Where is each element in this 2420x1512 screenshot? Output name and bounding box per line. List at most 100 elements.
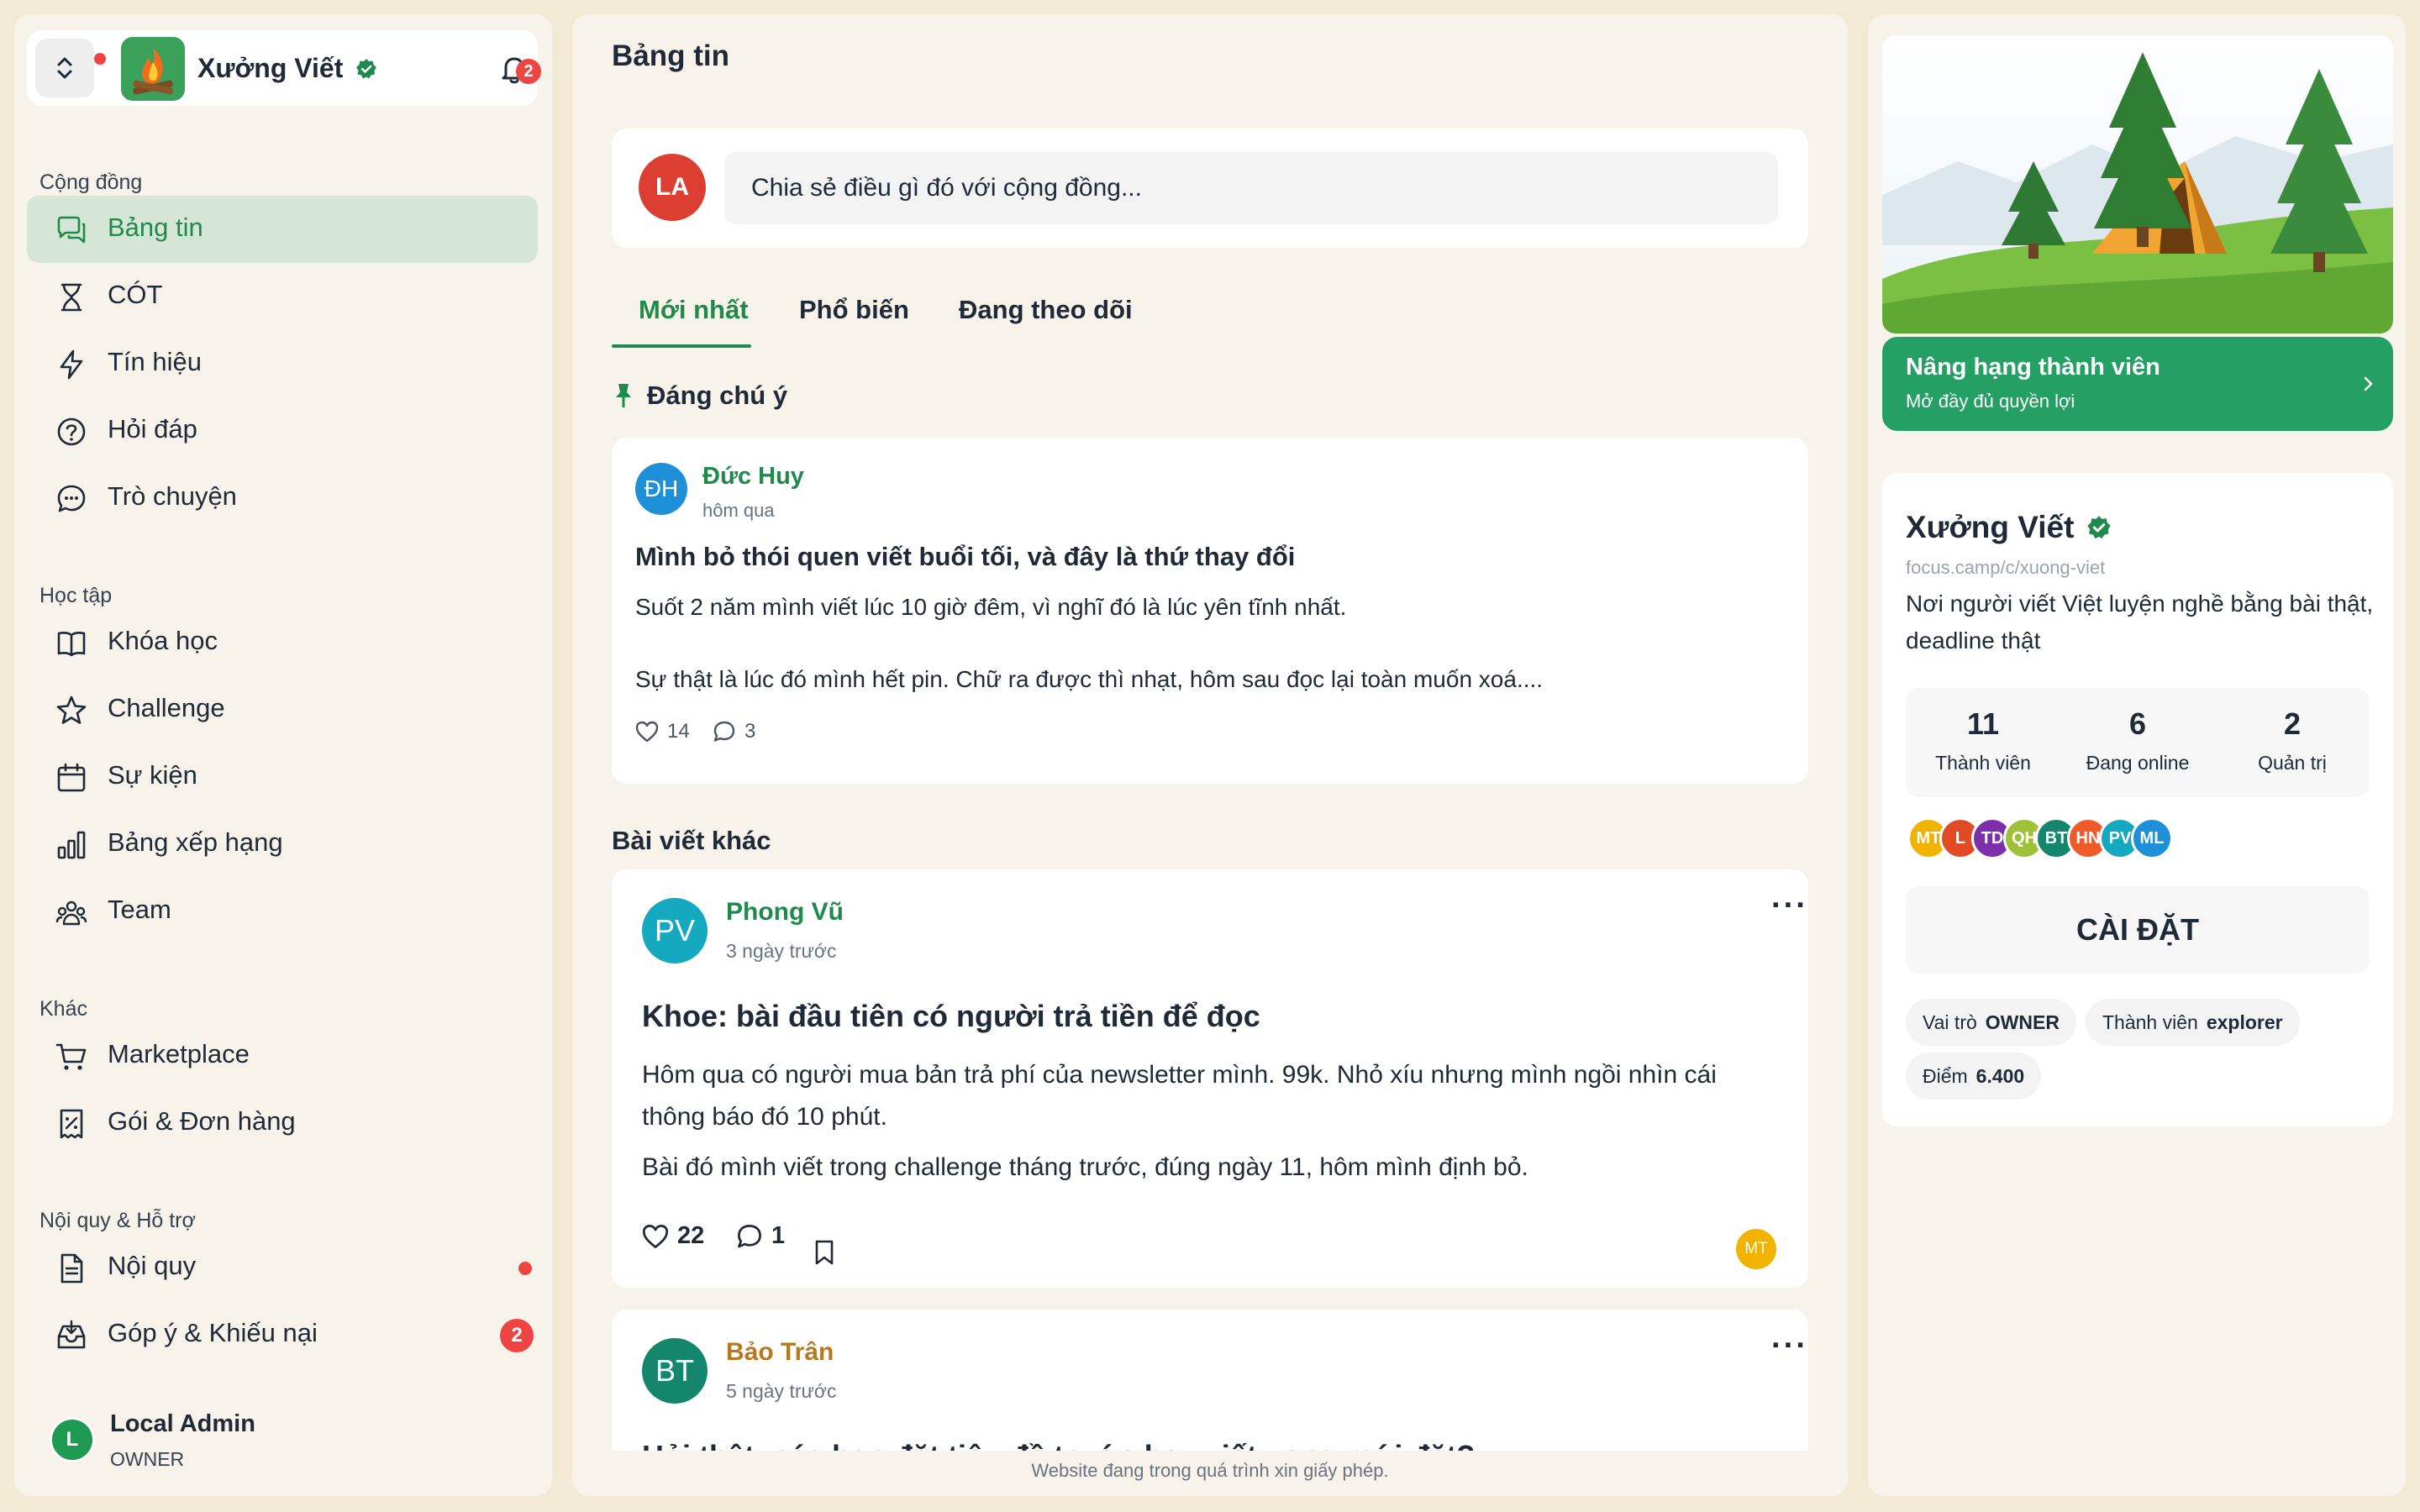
- verified-badge-icon: [2087, 516, 2112, 539]
- active-tab-indicator: [612, 344, 751, 348]
- sidebar-item-feed[interactable]: Bảng tin: [27, 196, 538, 263]
- sidebar-item-courses[interactable]: Khóa học: [27, 609, 538, 676]
- sidebar-item-label: Góp ý & Khiếu nại: [108, 1318, 318, 1347]
- avatar[interactable]: BT: [642, 1338, 708, 1404]
- post-title[interactable]: Mình bỏ thói quen viết buổi tối, và đây …: [635, 542, 1295, 572]
- comment-icon: [738, 1224, 761, 1247]
- role-chip: Vai trò OWNER: [1906, 999, 2076, 1046]
- post-excerpt-line: Suốt 2 năm mình viết lúc 10 giờ đêm, vì …: [635, 594, 1347, 620]
- stat-admins-value: 2: [2283, 706, 2302, 741]
- post-author[interactable]: Bảo Trân: [726, 1338, 834, 1367]
- sidebar-item-label: Tín hiệu: [108, 347, 203, 376]
- tab-following[interactable]: Đang theo dõi: [959, 295, 1133, 325]
- sidebar-item-marketplace[interactable]: Marketplace: [27, 1022, 538, 1089]
- lightning-icon: [60, 349, 83, 380]
- team-icon: [55, 900, 87, 926]
- bookmark-icon[interactable]: [813, 1239, 835, 1266]
- community-cover-image: [1882, 35, 2393, 333]
- sidebar-item-orders[interactable]: Gói & Đơn hàng: [27, 1089, 538, 1157]
- membership-chip: Thành viên explorer: [2086, 999, 2300, 1046]
- community-url[interactable]: focus.camp/c/xuong-viet: [1906, 557, 2105, 579]
- sidebar-item-label: Khóa học: [108, 626, 218, 655]
- tab-popular[interactable]: Phổ biến: [799, 295, 909, 325]
- cart-icon: [55, 1043, 87, 1070]
- post-excerpt-line: Sự thật là lúc đó mình hết pin. Chữ ra đ…: [635, 666, 1544, 692]
- sidebar-item-team[interactable]: Team: [27, 878, 538, 945]
- avatar[interactable]: ĐH: [635, 463, 687, 515]
- document-icon: [60, 1253, 83, 1284]
- pinned-post-card[interactable]: ĐH Đức Huy hôm qua Mình bỏ thói quen viế…: [612, 438, 1808, 784]
- heart-icon: [635, 721, 659, 743]
- sidebar-item-leaderboard[interactable]: Bảng xếp hạng: [27, 811, 538, 878]
- community-stats: 11 Thành viên 6 Đang online 2 Quản trị: [1906, 688, 2370, 797]
- workspace-header: Xưởng Viết 2: [27, 30, 541, 106]
- workspace-switcher-button[interactable]: [35, 39, 94, 97]
- user-avatar[interactable]: L: [50, 1417, 95, 1462]
- chat-bubbles-icon: [57, 216, 86, 244]
- stat-online-value: 6: [2128, 706, 2147, 741]
- user-name[interactable]: Local Admin: [110, 1410, 255, 1438]
- heart-icon: [642, 1224, 669, 1248]
- settings-button[interactable]: CÀI ĐẶT: [1906, 886, 2370, 974]
- post-card[interactable]: PV Phong Vũ 3 ngày trước ··· Khoe: bài đ…: [612, 869, 1808, 1288]
- sidebar-item-label: Sự kiện: [108, 760, 197, 790]
- member-avatar[interactable]: ML: [2131, 817, 2173, 859]
- community-info-card: Xưởng Viết focus.camp/c/xuong-viet Nơi n…: [1882, 473, 2393, 1126]
- count-badge: 2: [500, 1319, 534, 1352]
- avatar[interactable]: LA: [639, 154, 706, 221]
- sidebar-item-feedback[interactable]: Góp ý & Khiếu nại 2: [27, 1301, 538, 1368]
- footer-note: Website đang trong quá trình xin giấy ph…: [1031, 1460, 1389, 1481]
- more-options-button[interactable]: ···: [1771, 888, 1808, 924]
- post-author[interactable]: Đức Huy: [702, 463, 804, 491]
- stat-admins-label: Quản trị: [2258, 752, 2327, 774]
- more-options-button[interactable]: ···: [1771, 1328, 1808, 1364]
- sidebar-item-cot[interactable]: CÓT: [27, 263, 538, 330]
- upgrade-title: Nâng hạng thành viên: [1906, 354, 2160, 381]
- comment-icon: [713, 721, 735, 742]
- camping-landscape-illustration: [1882, 35, 2393, 333]
- chevron-up-down-icon: [57, 57, 72, 79]
- sidebar-item-label: Marketplace: [108, 1039, 250, 1068]
- reactor-avatar[interactable]: MT: [1736, 1229, 1776, 1269]
- user-role: OWNER: [110, 1448, 185, 1470]
- section-title-learning: Học tập: [39, 584, 113, 607]
- sidebar-item-rules[interactable]: Nội quy: [27, 1234, 538, 1301]
- sidebar-item-signals[interactable]: Tín hiệu: [27, 330, 538, 397]
- stat-online-label: Đang online: [2086, 752, 2190, 774]
- sidebar: Xưởng Viết 2 Cộng đồng Bảng tin CÓT Tín …: [14, 14, 552, 1496]
- sidebar-item-events[interactable]: Sự kiện: [27, 743, 538, 811]
- like-button[interactable]: 22: [642, 1222, 704, 1250]
- sidebar-item-qa[interactable]: Hỏi đáp: [27, 397, 538, 465]
- section-title-rules-support: Nội quy & Hỗ trợ: [39, 1209, 196, 1232]
- like-button[interactable]: 14: [635, 720, 690, 743]
- campfire-icon: [121, 37, 185, 101]
- notification-badge: 2: [516, 59, 541, 84]
- stat-members-label: Thành viên: [1935, 752, 2031, 774]
- post-title[interactable]: Khoe: bài đầu tiên có người trả tiền để …: [642, 999, 1260, 1034]
- receipt-icon: [60, 1109, 83, 1139]
- section-title-other: Khác: [39, 997, 87, 1021]
- community-description: Nơi người viết Việt luyện nghề bằng bài …: [1906, 591, 2374, 654]
- post-paragraph: Hôm qua có người mua bản trả phí của new…: [642, 1061, 1717, 1131]
- sidebar-item-label: Nội quy: [108, 1251, 197, 1280]
- workspace-logo[interactable]: [121, 37, 185, 101]
- question-icon: [57, 417, 86, 446]
- main-feed: Bảng tin LA Chia sẻ điều gì đó với cộng …: [572, 14, 1848, 1496]
- sidebar-item-label: Trò chuyện: [108, 481, 237, 511]
- post-composer: LA Chia sẻ điều gì đó với cộng đồng...: [612, 129, 1808, 248]
- chat-icon: [57, 485, 86, 512]
- tab-newest[interactable]: Mới nhất: [639, 295, 749, 325]
- section-title-other-posts: Bài viết khác: [612, 826, 771, 855]
- post-author[interactable]: Phong Vũ: [726, 898, 844, 927]
- pinned-header: Đáng chú ý: [612, 381, 787, 411]
- sidebar-item-challenge[interactable]: Challenge: [27, 676, 538, 743]
- comment-button[interactable]: 3: [713, 720, 755, 743]
- comment-button[interactable]: 1: [736, 1222, 785, 1250]
- hourglass-icon: [60, 283, 82, 312]
- unread-dot: [518, 1262, 532, 1275]
- avatar[interactable]: PV: [642, 898, 708, 963]
- composer-input[interactable]: Chia sẻ điều gì đó với cộng đồng...: [724, 152, 1778, 224]
- upgrade-membership-button[interactable]: Nâng hạng thành viên Mở đầy đủ quyền lợi: [1882, 337, 2393, 431]
- sidebar-item-chat[interactable]: Trò chuyện: [27, 465, 538, 532]
- section-title-community: Cộng đồng: [39, 171, 143, 194]
